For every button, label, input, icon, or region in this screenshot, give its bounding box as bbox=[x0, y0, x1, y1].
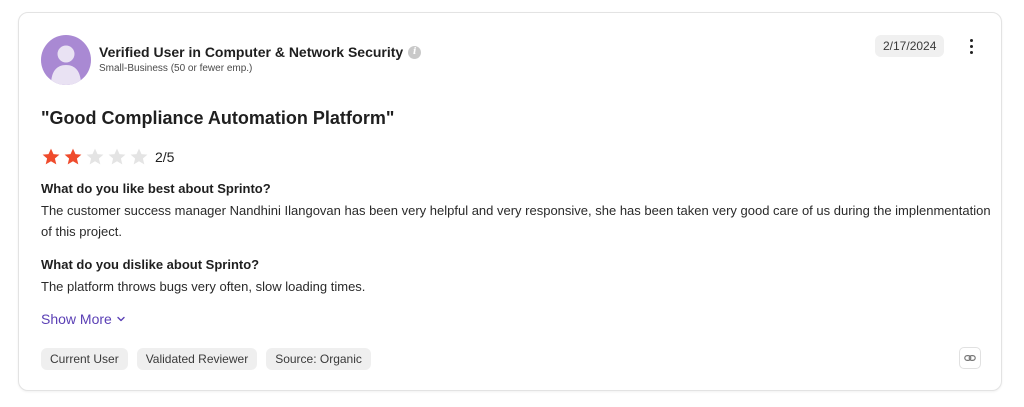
avatar bbox=[41, 35, 91, 85]
review-date: 2/17/2024 bbox=[875, 35, 945, 57]
question-dislike: What do you dislike about Sprinto? bbox=[41, 257, 260, 272]
copy-link-button[interactable] bbox=[959, 347, 981, 369]
user-silhouette-icon bbox=[51, 45, 81, 85]
star-rating: 2/5 bbox=[41, 147, 174, 167]
tag-source: Source: Organic bbox=[266, 348, 371, 370]
reviewer-info: Verified User in Computer & Network Secu… bbox=[99, 43, 422, 74]
kebab-menu-icon[interactable] bbox=[963, 37, 979, 55]
answer-dislike: The platform throws bugs very often, slo… bbox=[41, 279, 366, 294]
tag-current-user: Current User bbox=[41, 348, 128, 370]
show-more-button[interactable]: Show More bbox=[41, 311, 126, 327]
tag-validated-reviewer: Validated Reviewer bbox=[136, 348, 258, 370]
question-like: What do you like best about Sprinto? bbox=[41, 181, 271, 196]
star-filled-icon bbox=[64, 148, 82, 165]
tag-list: Current User Validated Reviewer Source: … bbox=[41, 348, 371, 370]
rating-text: 2/5 bbox=[155, 149, 175, 165]
star-empty-icon bbox=[86, 148, 104, 165]
show-more-label: Show More bbox=[41, 311, 112, 327]
star-empty-icon bbox=[130, 148, 148, 165]
link-icon bbox=[964, 354, 976, 362]
reviewer-segment: Small-Business (50 or fewer emp.) bbox=[99, 63, 253, 74]
reviewer-name-row: Verified User in Computer & Network Secu… bbox=[99, 43, 422, 61]
review-card: Verified User in Computer & Network Secu… bbox=[18, 12, 1002, 391]
star-list bbox=[41, 147, 149, 167]
review-title: "Good Compliance Automation Platform" bbox=[41, 108, 395, 128]
reviewer-name: Verified User in Computer & Network Secu… bbox=[99, 44, 404, 60]
info-icon[interactable]: i bbox=[408, 45, 422, 59]
answer-like: The customer success manager Nandhini Il… bbox=[41, 203, 991, 239]
star-filled-icon bbox=[42, 148, 60, 165]
star-empty-icon bbox=[108, 148, 126, 165]
chevron-down-icon bbox=[117, 316, 125, 322]
